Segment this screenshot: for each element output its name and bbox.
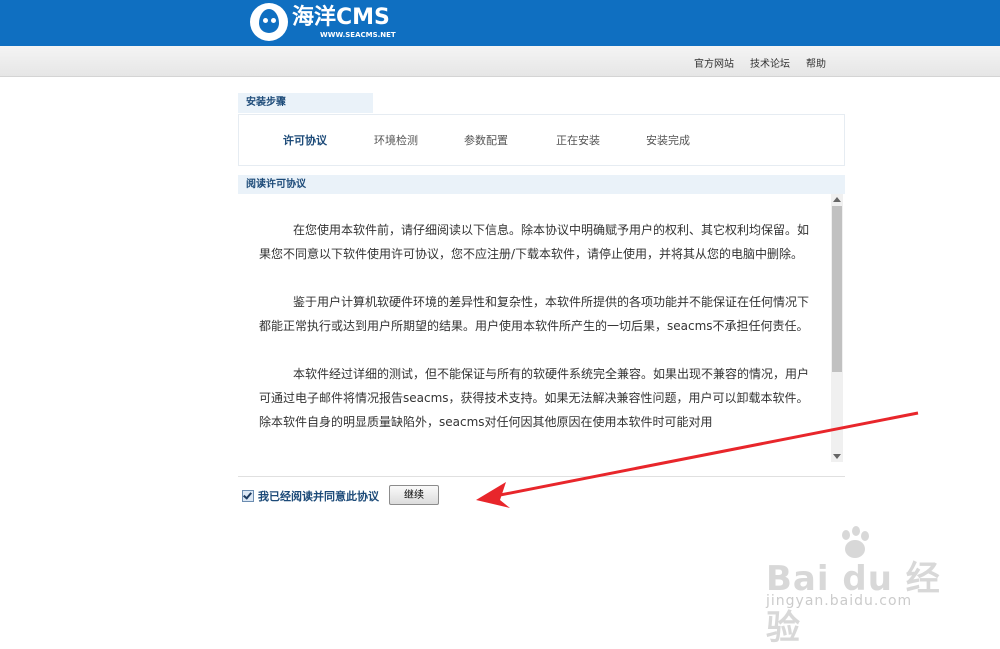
baidu-watermark: Bai du 经验 jingyan.baidu.com [766, 525, 946, 648]
watermark-url: jingyan.baidu.com [766, 593, 913, 609]
